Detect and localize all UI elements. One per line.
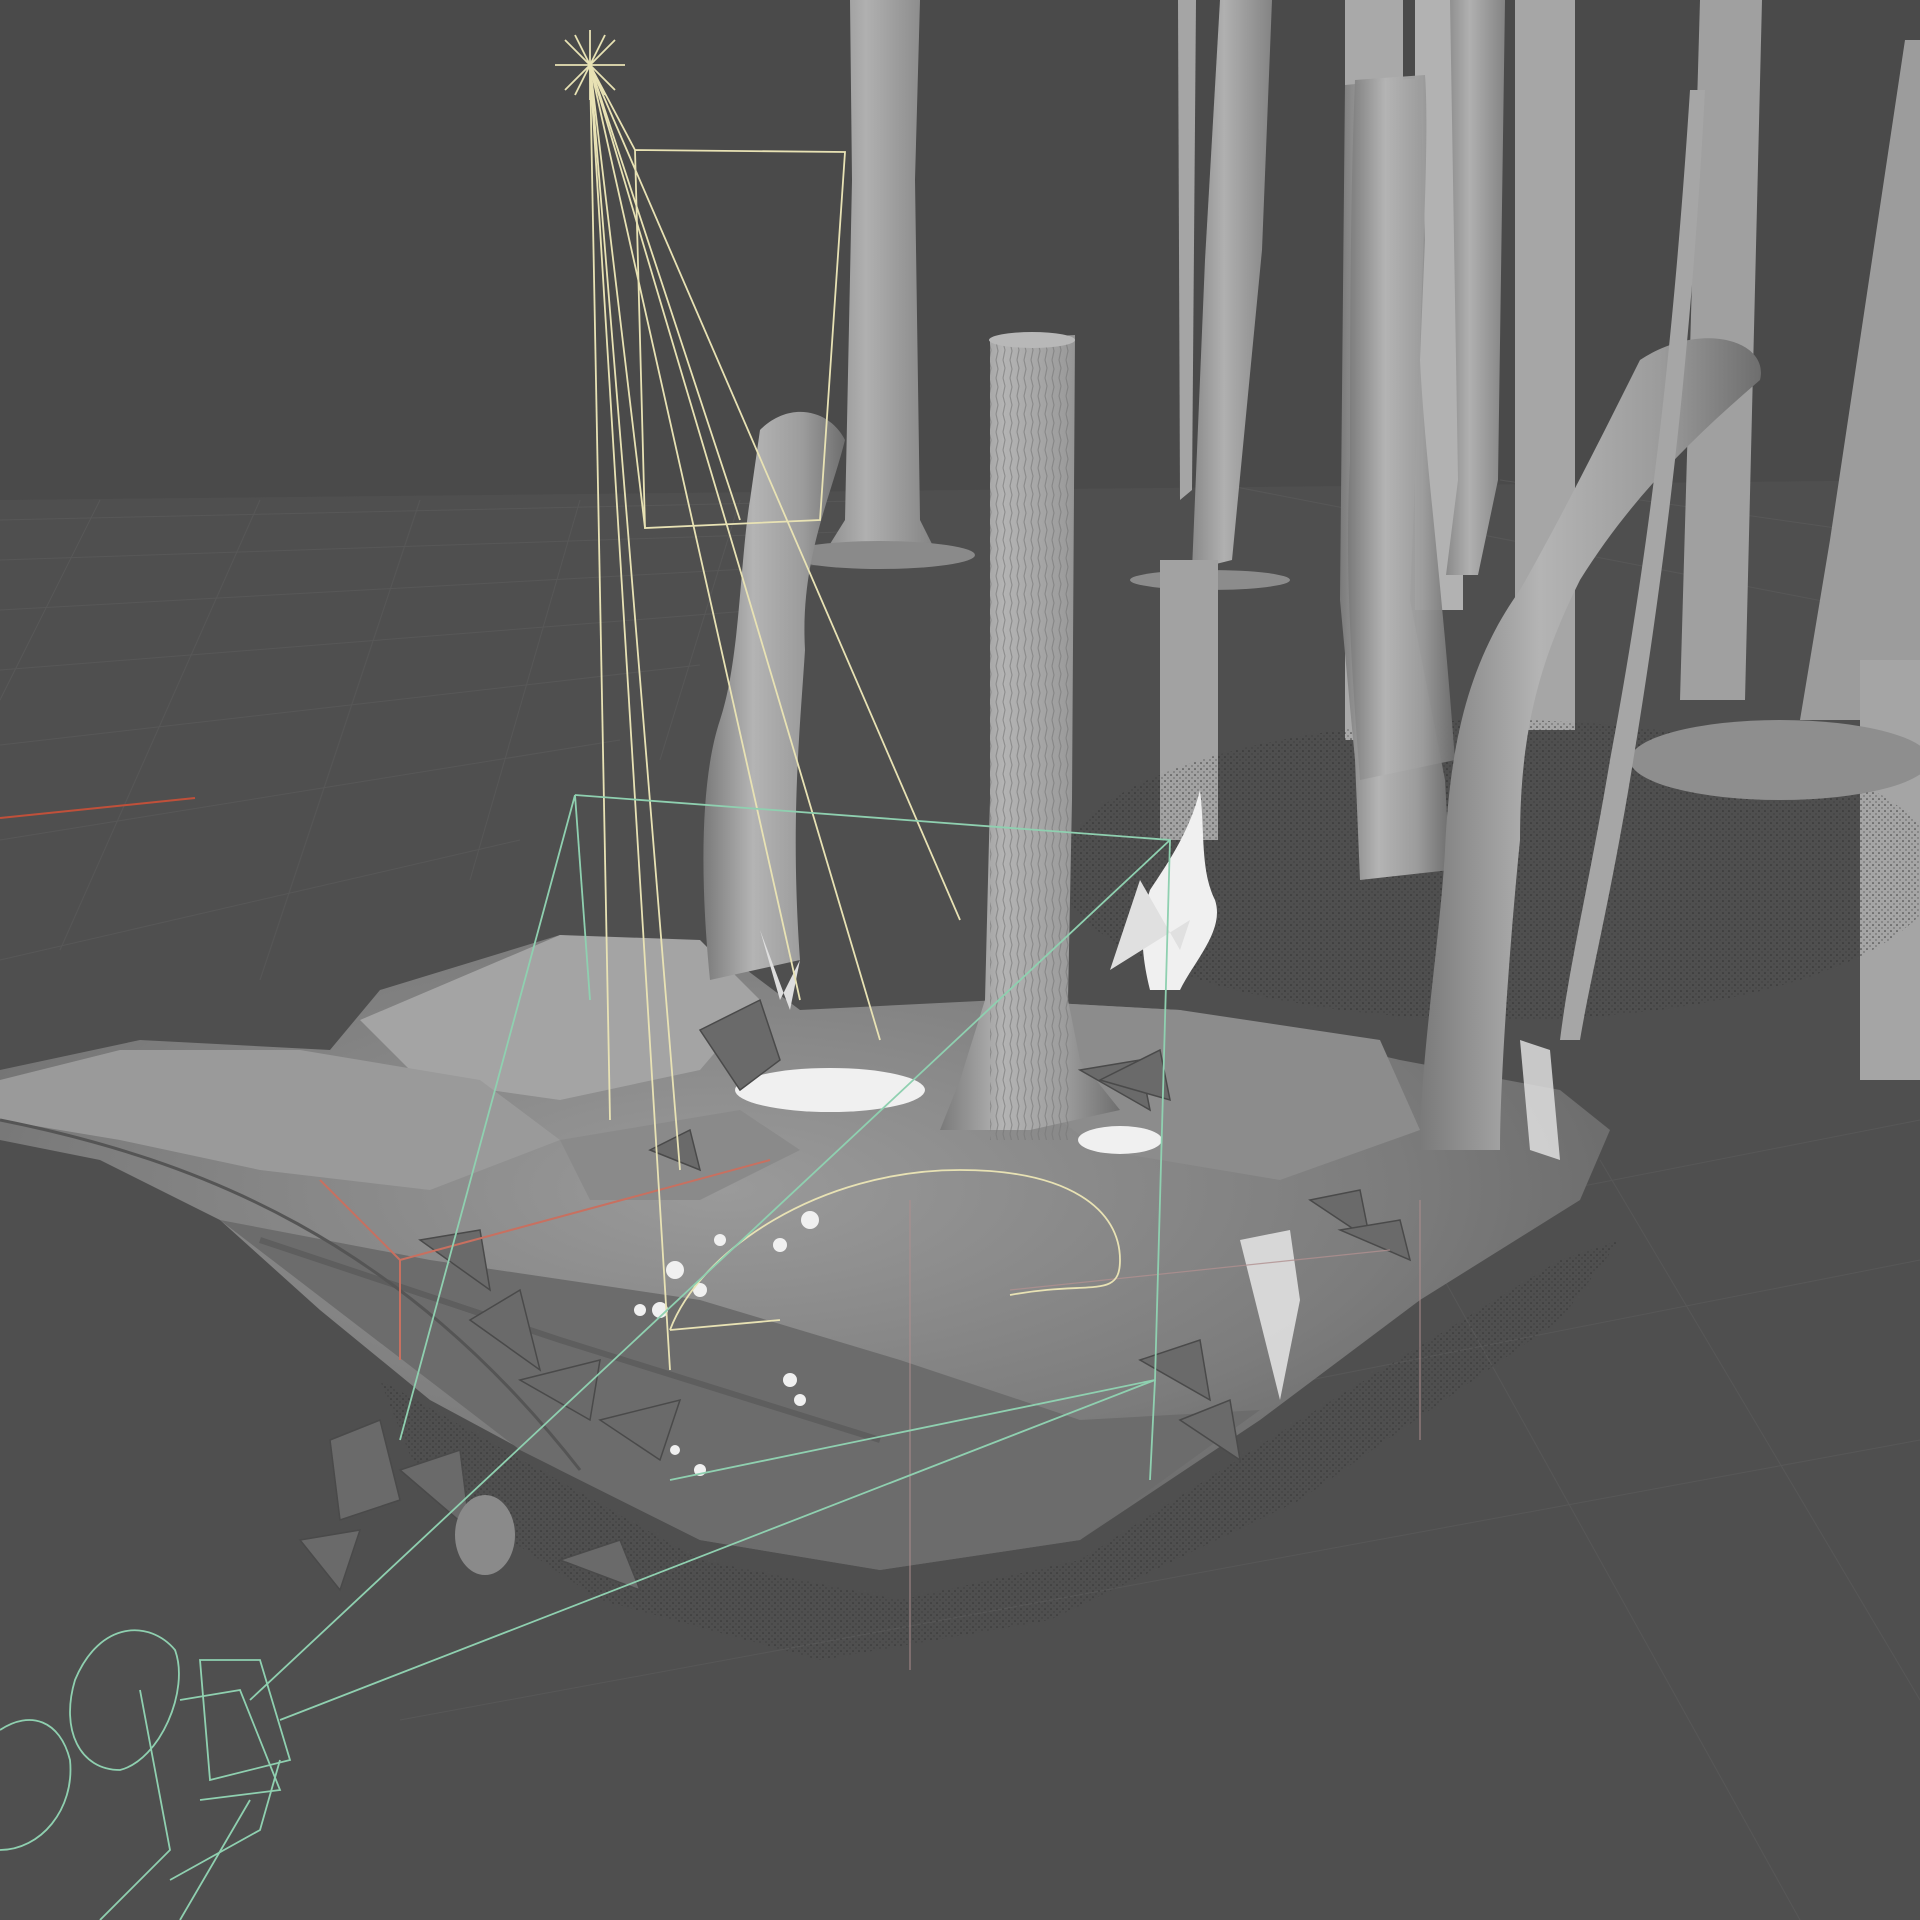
tree-stump — [455, 1495, 515, 1575]
3d-viewport[interactable] — [0, 0, 1920, 1920]
scene-canvas[interactable] — [0, 0, 1920, 1920]
